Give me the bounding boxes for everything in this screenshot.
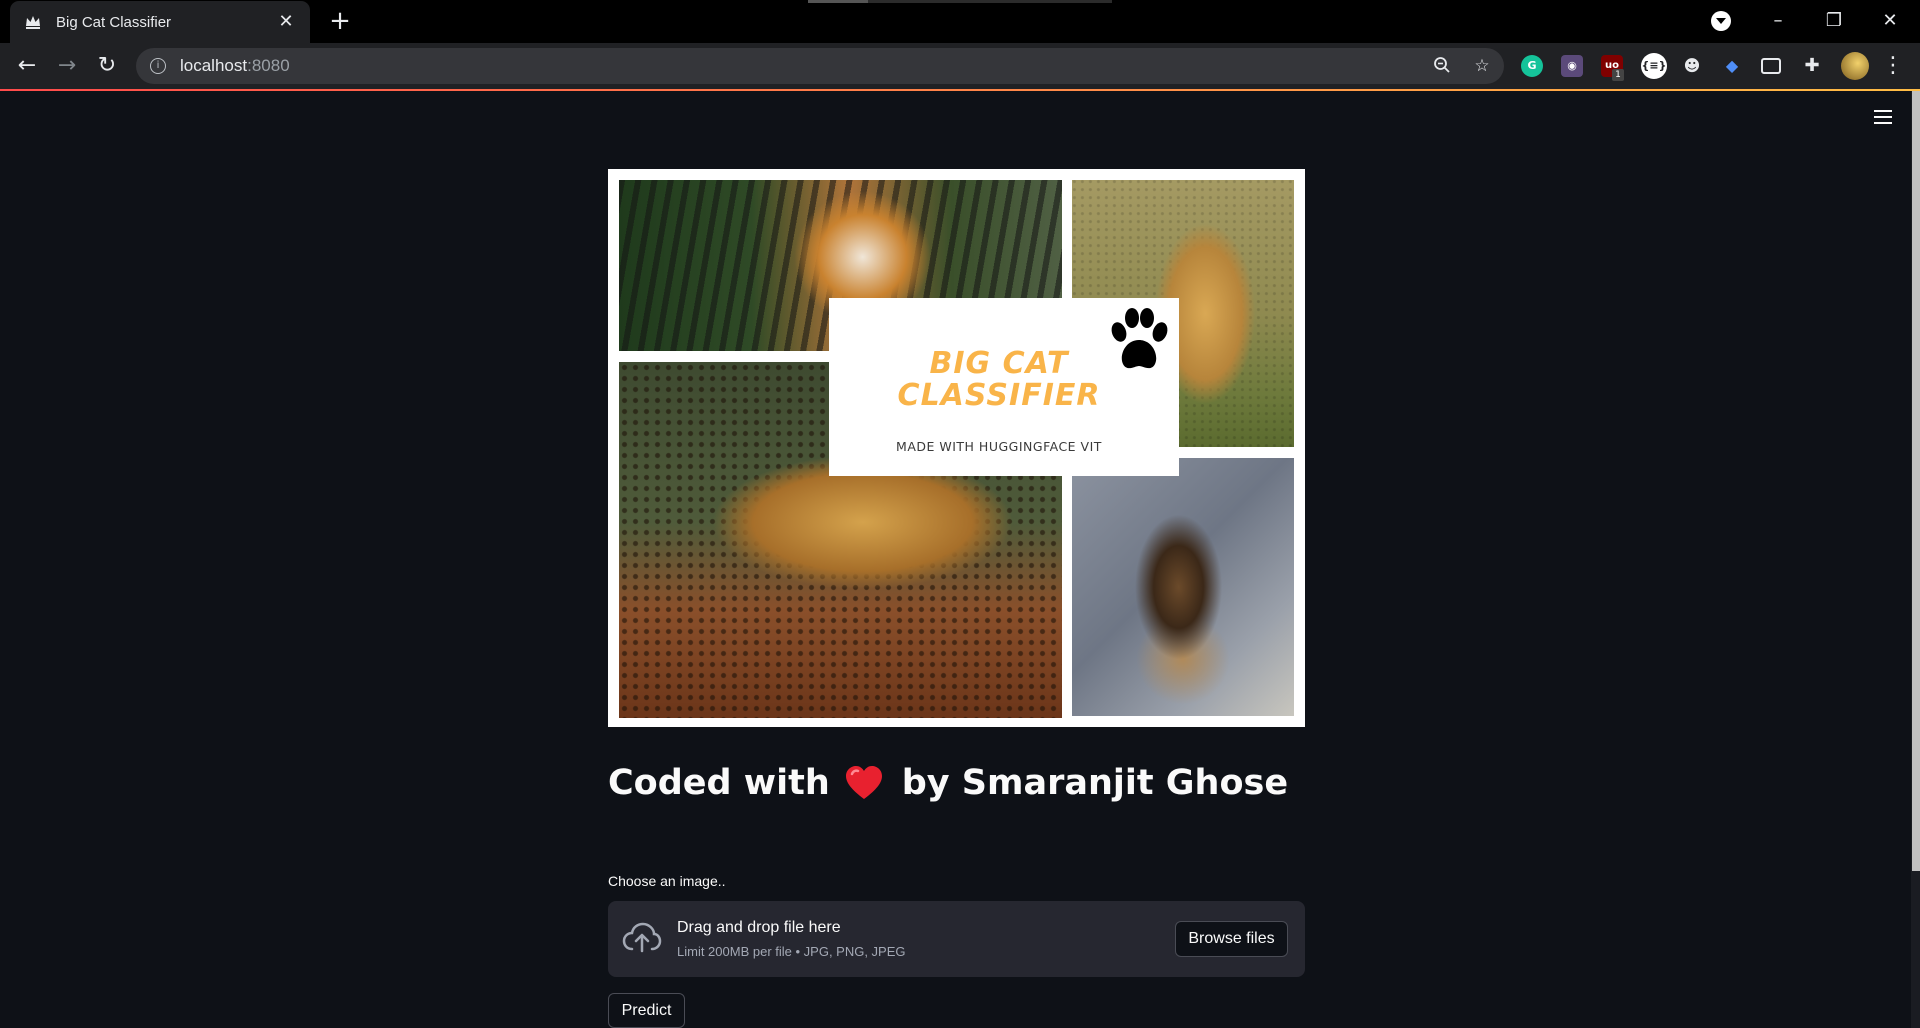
title-suffix: by Smaranjit Ghose [901,763,1289,803]
tab-strip: Big Cat Classifier ✕ + – ❐ ✕ [0,0,1920,43]
browser-tab[interactable]: Big Cat Classifier ✕ [10,1,310,43]
file-dropzone[interactable]: Drag and drop file here Limit 200MB per … [608,901,1305,977]
json-viewer-icon[interactable]: {≡} [1641,53,1667,79]
info-icon[interactable]: i [150,58,166,74]
ghost-extension-icon[interactable]: ☻ [1681,55,1703,77]
reload-icon[interactable]: ↻ [92,51,122,81]
profile-avatar[interactable] [1841,52,1869,80]
page-title: Coded with by Smaranjit Ghose [608,763,1288,803]
tab-search-icon[interactable] [1711,11,1731,31]
banner-title: BIG CAT CLASSIFIER [897,346,1101,413]
tab-title: Big Cat Classifier [56,13,172,31]
bookmark-star-icon[interactable]: ☆ [1472,56,1492,76]
heart-icon [845,766,882,799]
url-host: localhost [180,56,248,75]
ublock-badge: 1 [1612,69,1624,81]
grammarly-icon[interactable]: G [1521,55,1543,77]
minimize-icon[interactable]: – [1760,6,1796,36]
hamburger-menu-icon[interactable] [1874,110,1892,124]
dropzone-limits: Limit 200MB per file • JPG, PNG, JPEG [677,944,906,959]
banner-subtitle: MADE WITH HUGGINGFACE VIT [896,439,1102,454]
predict-button[interactable]: Predict [608,993,685,1028]
zoom-icon[interactable] [1432,56,1452,76]
forward-icon[interactable]: → [52,51,82,81]
graduation-cap-icon[interactable]: ◆ [1721,55,1743,77]
url-port: :8080 [247,56,290,75]
cloud-upload-icon [622,922,662,953]
extension-owl-icon[interactable]: ◉ [1561,55,1583,77]
back-icon[interactable]: ← [12,51,42,81]
close-tab-icon[interactable]: ✕ [276,12,296,32]
dropzone-instructions: Drag and drop file here [677,919,841,936]
more-menu-icon[interactable]: ⋮ [1878,51,1908,81]
scrollbar-thumb[interactable] [1912,91,1920,871]
lion-photo [1072,458,1294,716]
uploader-label: Choose an image.. [608,873,726,889]
close-window-icon[interactable]: ✕ [1872,6,1908,36]
restore-icon[interactable]: ❐ [1816,6,1852,36]
title-prefix: Coded with [608,763,830,803]
crown-icon [24,13,42,31]
picture-in-picture-icon[interactable] [1761,58,1781,74]
browser-toolbar: ← → ↻ i localhost:8080 ☆ G ◉ uo 1 {≡} ☻ … [0,43,1920,89]
window-grip-highlight [808,0,868,3]
browse-files-button[interactable]: Browse files [1175,921,1288,957]
streamlit-app: BIG CAT CLASSIFIER MADE WITH HUGGINGFACE… [0,91,1920,1028]
banner-title-card: BIG CAT CLASSIFIER MADE WITH HUGGINGFACE… [829,298,1179,476]
address-bar[interactable]: i localhost:8080 ☆ [136,48,1504,84]
puzzle-extensions-icon[interactable]: ✚ [1801,55,1823,77]
new-tab-icon[interactable]: + [326,8,354,36]
banner-image: BIG CAT CLASSIFIER MADE WITH HUGGINGFACE… [608,169,1305,727]
